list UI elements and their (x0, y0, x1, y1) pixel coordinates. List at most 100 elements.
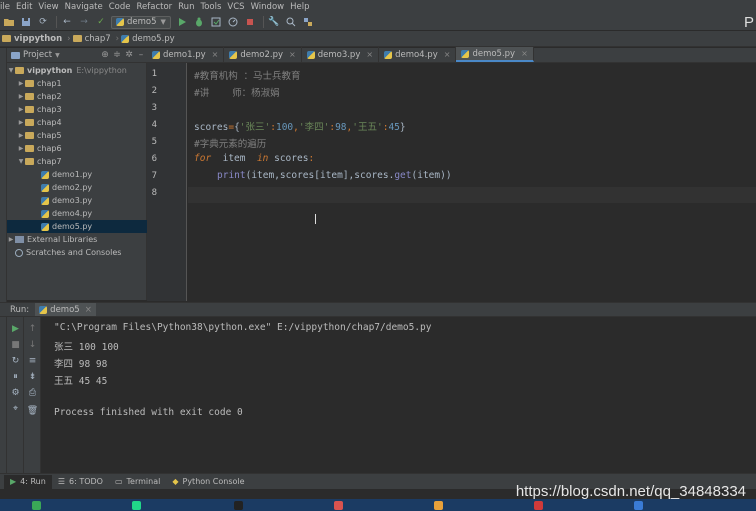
wrench-settings-icon[interactable]: 🔧 (267, 16, 281, 29)
close-icon[interactable]: × (212, 50, 219, 59)
breadcrumb-file[interactable]: demo5.py (121, 34, 175, 44)
scope-target-icon[interactable]: ⊕ (99, 50, 111, 60)
tree-folder-chap7[interactable]: ▼ chap7 (7, 155, 147, 168)
sync-icon[interactable]: ⟳ (36, 16, 50, 29)
menu-navigate[interactable]: Navigate (62, 2, 106, 12)
taskbar-app-5[interactable] (434, 500, 446, 511)
collapse-arrow-icon[interactable]: ▶ (17, 119, 25, 126)
code-editor[interactable]: #教育机构 ：马士兵教育 #讲 师：杨淑娟 scores={'张三':100,'… (188, 63, 756, 301)
tab-demo5[interactable]: demo5.py × (456, 47, 534, 62)
close-icon[interactable]: × (521, 49, 528, 58)
collapse-arrow-icon[interactable]: ▶ (17, 145, 25, 152)
menu-vcs[interactable]: VCS (224, 2, 247, 12)
tree-file-demo3[interactable]: demo3.py (7, 194, 147, 207)
open-folder-icon[interactable] (2, 16, 16, 29)
tree-folder-chap6[interactable]: ▶ chap6 (7, 142, 147, 155)
menu-view[interactable]: View (35, 2, 61, 12)
collapse-arrow-icon[interactable]: ▶ (17, 106, 25, 113)
tool-tab-run[interactable]: ▶ 4: Run (4, 474, 52, 489)
clear-trash-icon[interactable]: 🗑 (27, 405, 38, 416)
run-config-dropdown[interactable]: demo5 ▼ (111, 15, 171, 29)
menu-edit[interactable]: Edit (13, 2, 35, 12)
menu-help[interactable]: Help (287, 2, 312, 12)
soft-wrap-icon[interactable]: ≡ (27, 355, 38, 366)
scroll-up-icon[interactable]: ↑ (27, 323, 38, 334)
run-console-output[interactable]: "C:\Program Files\Python38\python.exe" E… (42, 317, 756, 473)
expand-arrow-icon[interactable]: ▼ (7, 67, 15, 74)
run-icon[interactable] (175, 16, 189, 29)
menu-window[interactable]: Window (248, 2, 288, 12)
profile-icon[interactable] (226, 16, 240, 29)
tree-folder-chap3[interactable]: ▶ chap3 (7, 103, 147, 116)
pin-icon[interactable]: ⌖ (10, 403, 21, 414)
tree-external-libraries[interactable]: ▶ External Libraries (7, 233, 147, 246)
collapse-arrow-icon[interactable]: ▶ (17, 80, 25, 87)
rerun-icon[interactable]: ▶ (10, 323, 21, 334)
tree-file-demo5[interactable]: demo5.py (7, 220, 147, 233)
tool-tab-python-console[interactable]: ◆ Python Console (166, 475, 250, 489)
forward-arrow-icon[interactable]: → (77, 16, 91, 29)
taskbar-app-7[interactable] (634, 500, 646, 511)
tab-demo2[interactable]: demo2.py × (224, 47, 302, 62)
tree-file-demo2[interactable]: demo2.py (7, 181, 147, 194)
tab-demo4[interactable]: demo4.py × (379, 47, 457, 62)
collapse-arrow-icon[interactable]: ▶ (17, 132, 25, 139)
close-icon[interactable]: × (366, 50, 373, 59)
tree-folder-chap5[interactable]: ▶ chap5 (7, 129, 147, 142)
scroll-down-icon[interactable]: ↓ (27, 339, 38, 350)
expand-arrow-icon[interactable]: ▼ (17, 158, 25, 165)
menu-run[interactable]: Run (175, 2, 197, 12)
project-view-selector[interactable]: Project (23, 50, 52, 60)
collapse-arrow-icon[interactable]: ▶ (7, 236, 15, 243)
settings-icon[interactable]: ⚙ (10, 387, 21, 398)
taskbar-app-3[interactable] (234, 500, 246, 511)
hide-panel-icon[interactable]: – (135, 50, 147, 60)
restore-layout-icon[interactable]: ↻ (10, 355, 21, 366)
tree-file-demo1[interactable]: demo1.py (7, 168, 147, 181)
coverage-icon[interactable] (209, 16, 223, 29)
tree-root-vippython[interactable]: ▼ vippython E:\vippython (7, 64, 147, 77)
tab-demo1[interactable]: demo1.py × (147, 47, 225, 62)
taskbar-app-4[interactable] (334, 500, 346, 511)
tree-folder-chap2[interactable]: ▶ chap2 (7, 90, 147, 103)
taskbar-app-2[interactable] (132, 500, 144, 511)
structure-icon[interactable] (301, 16, 315, 29)
taskbar-app-1[interactable] (32, 500, 44, 511)
stop-icon[interactable] (243, 16, 257, 29)
tree-file-demo4[interactable]: demo4.py (7, 207, 147, 220)
close-icon[interactable]: × (289, 50, 296, 59)
tool-tab-terminal[interactable]: ▭ Terminal (109, 475, 166, 489)
chevron-down-icon[interactable]: ▼ (55, 52, 60, 59)
tree-scratches-label: Scratches and Consoles (26, 248, 122, 257)
left-tool-strip[interactable] (0, 48, 7, 473)
tree-folder-chap1[interactable]: ▶ chap1 (7, 77, 147, 90)
tree-folder-chap4[interactable]: ▶ chap4 (7, 116, 147, 129)
scroll-to-end-icon[interactable]: ⇟ (27, 371, 38, 382)
collapse-arrow-icon[interactable]: ▶ (17, 93, 25, 100)
breadcrumb-folder[interactable]: chap7 (72, 34, 111, 44)
search-icon[interactable] (284, 16, 298, 29)
menu-file[interactable]: ile (0, 2, 13, 12)
tab-demo3[interactable]: demo3.py × (302, 47, 380, 62)
debug-bug-icon[interactable] (192, 16, 206, 29)
breadcrumb-project[interactable]: vippython (2, 34, 62, 44)
menu-refactor[interactable]: Refactor (134, 2, 176, 12)
taskbar-app-6[interactable] (534, 500, 546, 511)
tool-tab-todo[interactable]: ☰ 6: TODO (52, 475, 109, 489)
back-arrow-icon[interactable]: ← (60, 16, 74, 29)
gear-icon[interactable]: ✲ (123, 50, 135, 60)
menu-tools[interactable]: Tools (197, 2, 224, 12)
print-icon[interactable]: ⎙ (27, 387, 38, 398)
close-icon[interactable]: × (444, 50, 451, 59)
run-tab-demo5[interactable]: demo5 × (35, 303, 96, 316)
stop-icon[interactable]: ■ (10, 339, 21, 350)
tree-scratches[interactable]: Scratches and Consoles (7, 246, 147, 259)
tree-folder-label: chap1 (37, 79, 62, 88)
build-hammer-icon[interactable]: ✓ (94, 16, 108, 29)
menu-code[interactable]: Code (106, 2, 134, 12)
collapse-all-icon[interactable]: ≑ (111, 50, 123, 60)
pause-icon[interactable]: ⏸ (10, 371, 21, 382)
save-all-icon[interactable] (19, 16, 33, 29)
editor-gutter[interactable]: 1 2 3 4 5 6 7 8 (147, 63, 187, 301)
close-icon[interactable]: × (85, 305, 92, 315)
